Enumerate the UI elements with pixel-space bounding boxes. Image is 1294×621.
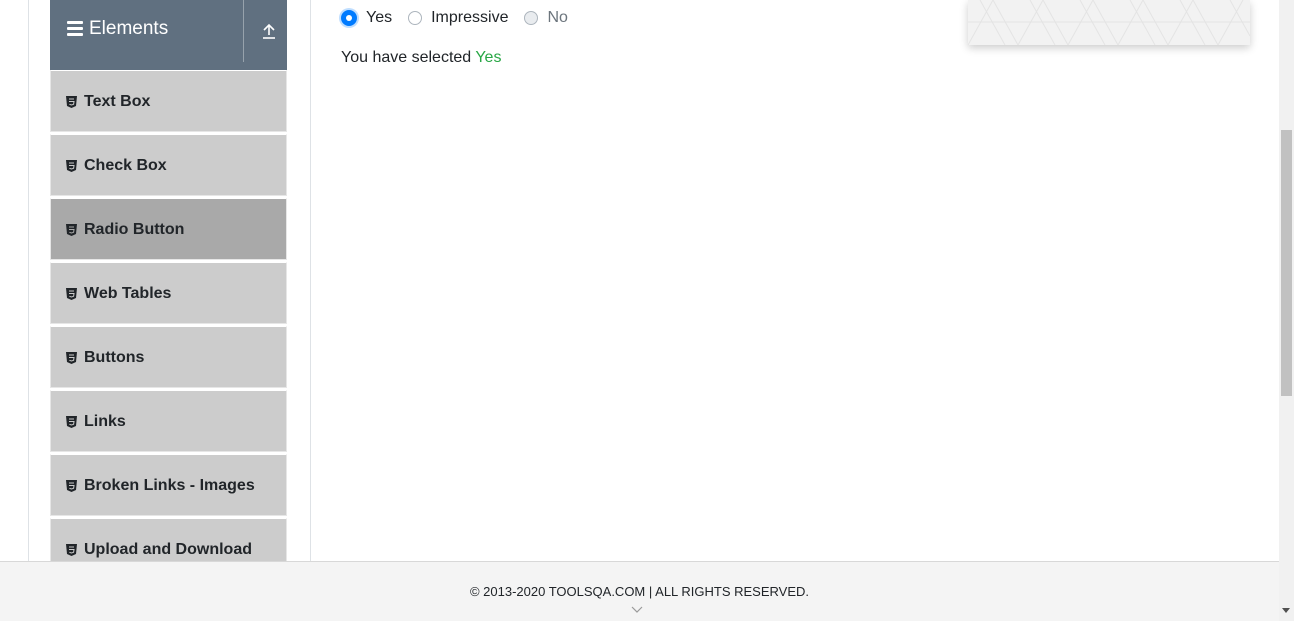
- collapse-up-icon[interactable]: [261, 22, 277, 40]
- menu-item-broken-links-images[interactable]: Broken Links - Images: [50, 454, 287, 516]
- elements-group-header[interactable]: Elements: [50, 0, 287, 70]
- menu-item-check-box[interactable]: Check Box: [50, 134, 287, 196]
- html5-icon: [66, 160, 77, 172]
- page-footer: © 2013-2020 TOOLSQA.COM | ALL RIGHTS RES…: [0, 561, 1279, 621]
- page-scrollbar-thumb[interactable]: [1281, 130, 1292, 396]
- radio-no-input: [524, 11, 539, 25]
- selection-result: You have selected Yes: [341, 48, 501, 68]
- menu-item-label: Radio Button: [84, 221, 185, 238]
- menu-item-label: Links: [84, 413, 126, 430]
- menu-item-label: Text Box: [84, 93, 151, 110]
- chevron-down-icon[interactable]: [631, 606, 643, 614]
- page: Elements Text Box Check Box Radio Button…: [0, 0, 1294, 621]
- html5-icon: [66, 416, 77, 428]
- footer-copyright: © 2013-2020 TOOLSQA.COM | ALL RIGHTS RES…: [469, 584, 810, 599]
- html5-icon: [66, 288, 77, 300]
- radio-impressive-input[interactable]: [408, 11, 423, 25]
- selection-result-prefix: You have selected: [341, 49, 476, 66]
- menu-item-web-tables[interactable]: Web Tables: [50, 262, 287, 324]
- menu-item-label: Web Tables: [84, 285, 172, 302]
- selection-result-value: Yes: [475, 49, 502, 66]
- menu-item-label: Upload and Download: [84, 541, 252, 558]
- group-header-divider: [243, 0, 244, 62]
- menu-item-label: Check Box: [84, 157, 167, 174]
- radio-yes-label[interactable]: Yes: [366, 8, 392, 28]
- elements-menu-list: Text Box Check Box Radio Button Web Tabl…: [50, 70, 287, 582]
- hamburger-menu-icon: [67, 21, 83, 37]
- ad-banner-pattern: [968, 0, 1250, 45]
- html5-icon: [66, 96, 77, 108]
- radio-option-impressive[interactable]: Impressive: [408, 8, 508, 28]
- radio-option-yes[interactable]: Yes: [341, 8, 392, 28]
- ad-banner[interactable]: [968, 0, 1250, 45]
- radio-option-no: No: [524, 8, 568, 28]
- html5-icon: [66, 480, 77, 492]
- left-column-border: [28, 0, 29, 562]
- menu-item-text-box[interactable]: Text Box: [50, 70, 287, 132]
- html5-icon: [66, 544, 77, 556]
- radio-yes-input[interactable]: [341, 10, 357, 26]
- scroll-down-arrow-icon[interactable]: [1282, 608, 1290, 613]
- menu-item-links[interactable]: Links: [50, 390, 287, 452]
- content-column-border: [310, 0, 311, 562]
- group-header-title: Elements: [89, 18, 169, 39]
- radio-button-group: Yes Impressive No: [341, 7, 584, 29]
- radio-impressive-label[interactable]: Impressive: [431, 8, 508, 28]
- html5-icon: [66, 352, 77, 364]
- radio-no-label: No: [547, 9, 568, 26]
- menu-item-radio-button[interactable]: Radio Button: [50, 198, 287, 260]
- menu-item-label: Broken Links - Images: [84, 477, 255, 494]
- html5-icon: [66, 224, 77, 236]
- menu-item-label: Buttons: [84, 349, 145, 366]
- menu-item-buttons[interactable]: Buttons: [50, 326, 287, 388]
